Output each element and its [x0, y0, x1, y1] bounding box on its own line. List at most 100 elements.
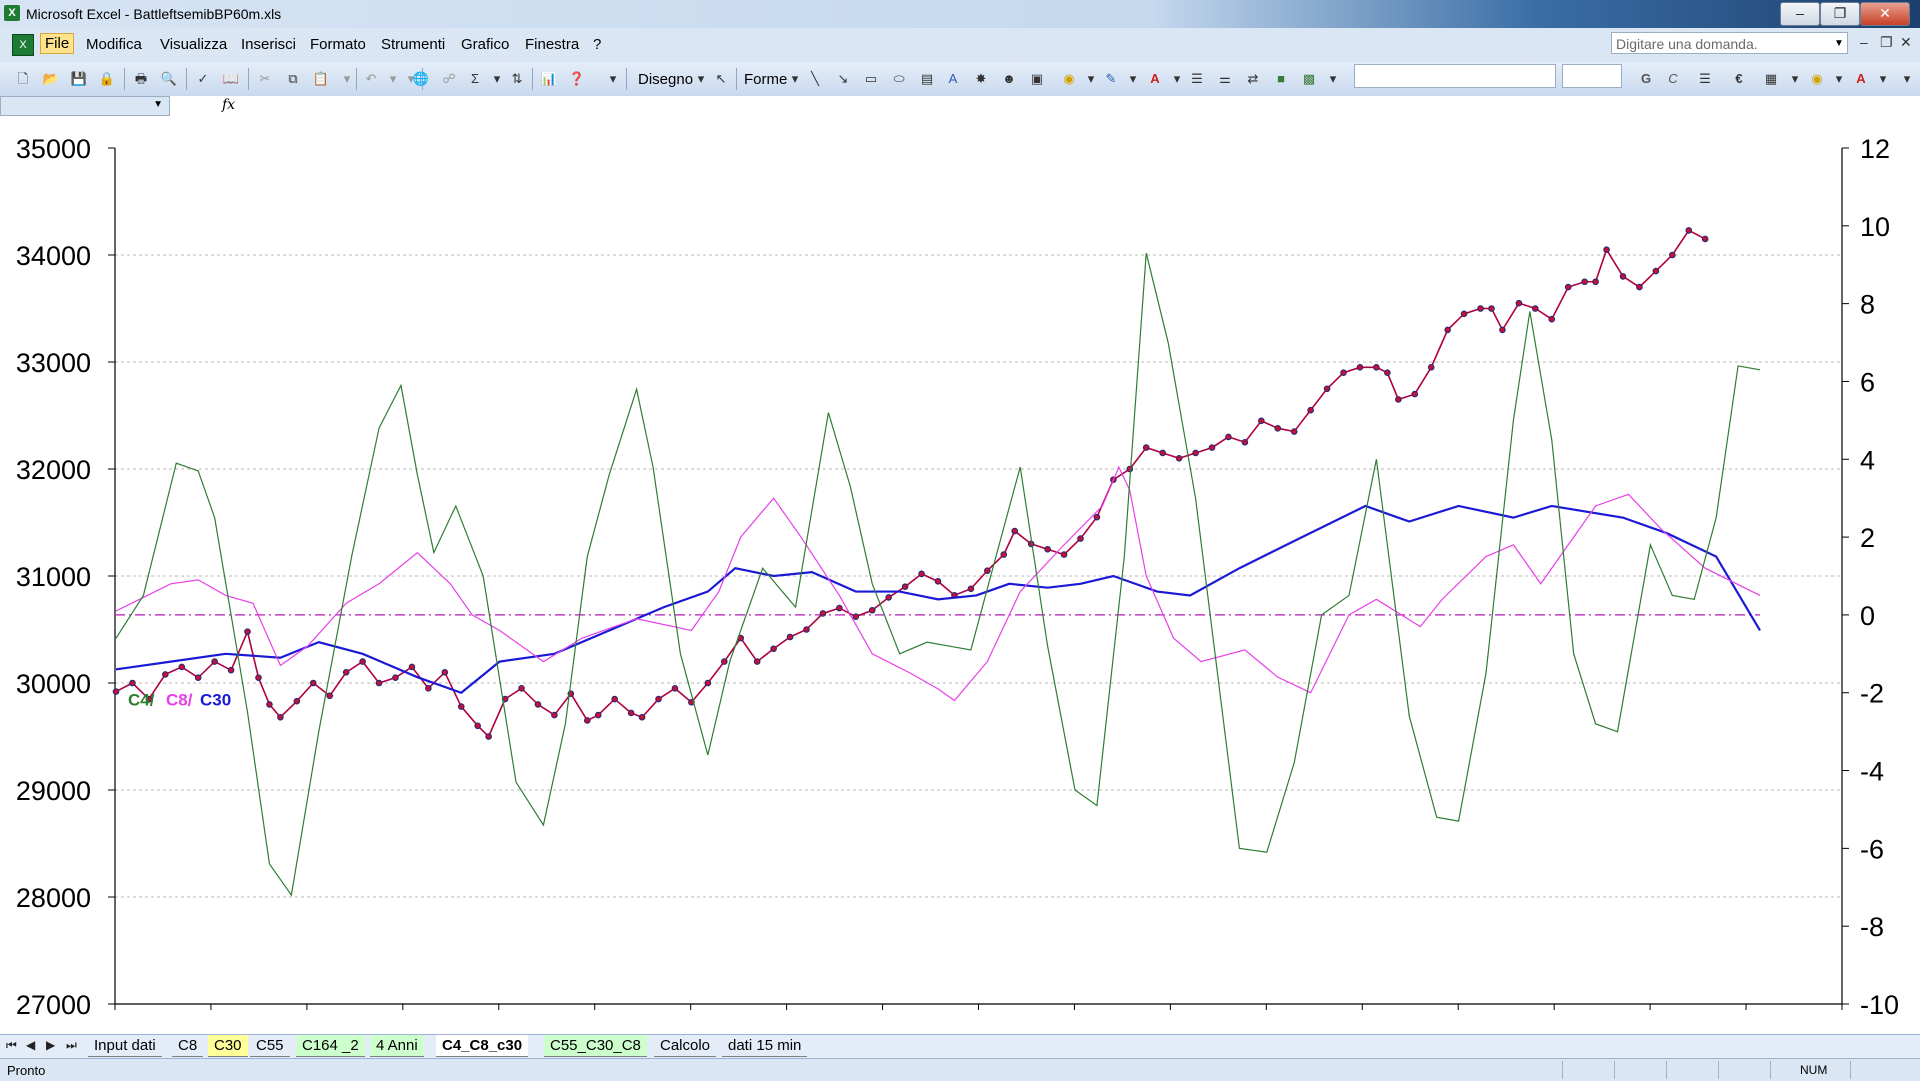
menu-formato[interactable]: Formato [310, 36, 366, 53]
first-sheet-icon[interactable]: ⏮ [6, 1038, 17, 1053]
minimize-button[interactable]: – [1780, 2, 1820, 26]
price-point [359, 658, 366, 665]
chart-wizard-icon[interactable]: 📊 [540, 70, 558, 88]
autosum-dropdown-icon[interactable]: ▾ [488, 70, 506, 88]
sort-icon[interactable]: ⇅ [508, 70, 526, 88]
line-icon[interactable]: ╲ [806, 70, 824, 88]
currency-button[interactable]: € [1730, 70, 1748, 88]
sheet-tab[interactable]: Input dati [88, 1035, 162, 1057]
menu-modifica[interactable]: Modifica [86, 36, 142, 53]
help-question-input[interactable]: Digitare una domanda. [1611, 32, 1848, 54]
select-objects-icon[interactable]: ↖ [712, 70, 730, 88]
undo-icon[interactable]: ↶ [362, 70, 380, 88]
fill-color-icon[interactable]: ◉ [1060, 70, 1078, 88]
sheet-tab[interactable]: C30 [208, 1035, 248, 1057]
toolbar-options-icon[interactable]: ▾ [604, 70, 622, 88]
3d-style-icon[interactable]: ▩ [1300, 70, 1318, 88]
previous-sheet-icon[interactable]: ◀ [26, 1038, 35, 1052]
wordart-icon[interactable]: A [944, 70, 962, 88]
rectangle-icon[interactable]: ▭ [862, 70, 880, 88]
next-sheet-icon[interactable]: ▶ [46, 1038, 55, 1052]
print-preview-icon[interactable]: 🔍 [160, 70, 178, 88]
price-point [326, 692, 334, 700]
font-color-icon[interactable]: A [1146, 70, 1164, 88]
toolbar-options-3-icon[interactable]: ▾ [1898, 70, 1916, 88]
line-style-icon[interactable]: ☰ [1188, 70, 1206, 88]
chain-icon[interactable]: ☍ [440, 70, 458, 88]
menu-help[interactable]: ? [593, 36, 601, 53]
formula-bar[interactable] [0, 96, 1920, 117]
arrow-icon[interactable]: ↘ [834, 70, 852, 88]
sheet-tab[interactable]: C55 [250, 1035, 290, 1057]
cut-icon[interactable]: ✂ [256, 70, 274, 88]
fill-color-dropdown-icon[interactable]: ▾ [1082, 70, 1100, 88]
oval-icon[interactable]: ⬭ [890, 70, 908, 88]
research-icon[interactable]: 📖 [222, 70, 240, 88]
hyperlink-icon[interactable]: 🌐 [412, 70, 430, 88]
menu-visualizza[interactable]: Visualizza [160, 36, 227, 53]
menu-grafico[interactable]: Grafico [461, 36, 509, 53]
paste-dropdown-icon[interactable]: ▾ [338, 70, 356, 88]
sheet-tab[interactable]: dati 15 min [722, 1035, 808, 1057]
new-icon[interactable]: 🗋 [14, 70, 32, 88]
workbook-restore-button[interactable]: ❐ [1880, 34, 1893, 51]
print-icon[interactable]: 🖶 [132, 70, 150, 88]
name-box[interactable]: ▼ [0, 96, 170, 116]
restore-button[interactable]: ❐ [1820, 2, 1860, 26]
bold-button[interactable]: G [1637, 70, 1655, 88]
dash-style-icon[interactable]: ⚌ [1216, 70, 1234, 88]
last-sheet-icon[interactable]: ⏭ [66, 1038, 77, 1053]
arrow-style-icon[interactable]: ⇄ [1244, 70, 1262, 88]
close-button[interactable]: ✕ [1860, 2, 1910, 26]
fill-color-2-dropdown-icon[interactable]: ▾ [1830, 70, 1848, 88]
sheet-tab[interactable]: C55_C30_C8 [544, 1035, 647, 1057]
fill-color-2-icon[interactable]: ◉ [1808, 70, 1826, 88]
line-color-icon[interactable]: ✎ [1102, 70, 1120, 88]
sheet-tab[interactable]: C8 [172, 1035, 204, 1057]
spelling-icon[interactable]: ✓ [194, 70, 212, 88]
workbook-icon[interactable]: X [12, 34, 34, 56]
shapes-dropdown-icon[interactable]: ▾ [786, 70, 804, 88]
sheet-tab[interactable]: C164 _2 [296, 1035, 365, 1057]
borders-dropdown-icon[interactable]: ▾ [1786, 70, 1804, 88]
font-color-2-dropdown-icon[interactable]: ▾ [1874, 70, 1892, 88]
diagram-icon[interactable]: ✸ [972, 70, 990, 88]
drawing-menu[interactable]: Disegno [638, 71, 693, 88]
menu-finestra[interactable]: Finestra [525, 36, 579, 53]
workbook-close-button[interactable]: ✕ [1900, 34, 1912, 51]
sheet-tab[interactable]: 4 Anni [370, 1035, 424, 1057]
align-center-icon[interactable]: ☰ [1696, 70, 1714, 88]
paste-icon[interactable]: 📋 [312, 70, 330, 88]
chevron-down-icon[interactable]: ▼ [153, 99, 163, 110]
font-color-2-icon[interactable]: A [1852, 70, 1870, 88]
sheet-tab[interactable]: C4_C8_c30 [436, 1035, 529, 1057]
font-size-select[interactable] [1562, 64, 1622, 88]
chevron-down-icon[interactable]: ▼ [1834, 38, 1844, 49]
permission-icon[interactable]: 🔒 [98, 70, 116, 88]
shadow-style-icon[interactable]: ■ [1272, 70, 1290, 88]
clipart-icon[interactable]: ☻ [1000, 70, 1018, 88]
open-icon[interactable]: 📂 [42, 70, 60, 88]
menu-strumenti[interactable]: Strumenti [381, 36, 445, 53]
textbox-icon[interactable]: ▤ [918, 70, 936, 88]
italic-button[interactable]: C [1664, 70, 1682, 88]
line-color-dropdown-icon[interactable]: ▾ [1124, 70, 1142, 88]
drawing-dropdown-icon[interactable]: ▾ [692, 70, 710, 88]
picture-icon[interactable]: ▣ [1028, 70, 1046, 88]
menu-file[interactable]: File [40, 33, 75, 54]
shapes-menu[interactable]: Forme [744, 71, 787, 88]
menu-inserisci[interactable]: Inserisci [241, 36, 296, 53]
font-name-select[interactable] [1354, 64, 1556, 88]
font-color-dropdown-icon[interactable]: ▾ [1168, 70, 1186, 88]
chart-area[interactable]: 35000 34000 33000 32000 31000 30000 29000 28000… [0, 116, 1920, 1034]
sheet-tab[interactable]: Calcolo [654, 1035, 717, 1057]
toolbar-options-2-icon[interactable]: ▾ [1324, 70, 1342, 88]
save-icon[interactable]: 💾 [70, 70, 88, 88]
borders-icon[interactable]: ▦ [1762, 70, 1780, 88]
copy-icon[interactable]: ⧉ [284, 70, 302, 88]
fx-icon[interactable]: fx [222, 97, 235, 113]
autosum-icon[interactable]: Σ [466, 70, 484, 88]
help-icon[interactable]: ❓ [568, 70, 586, 88]
workbook-minimize-button[interactable]: – [1860, 34, 1868, 50]
undo-dropdown-icon[interactable]: ▾ [384, 70, 402, 88]
